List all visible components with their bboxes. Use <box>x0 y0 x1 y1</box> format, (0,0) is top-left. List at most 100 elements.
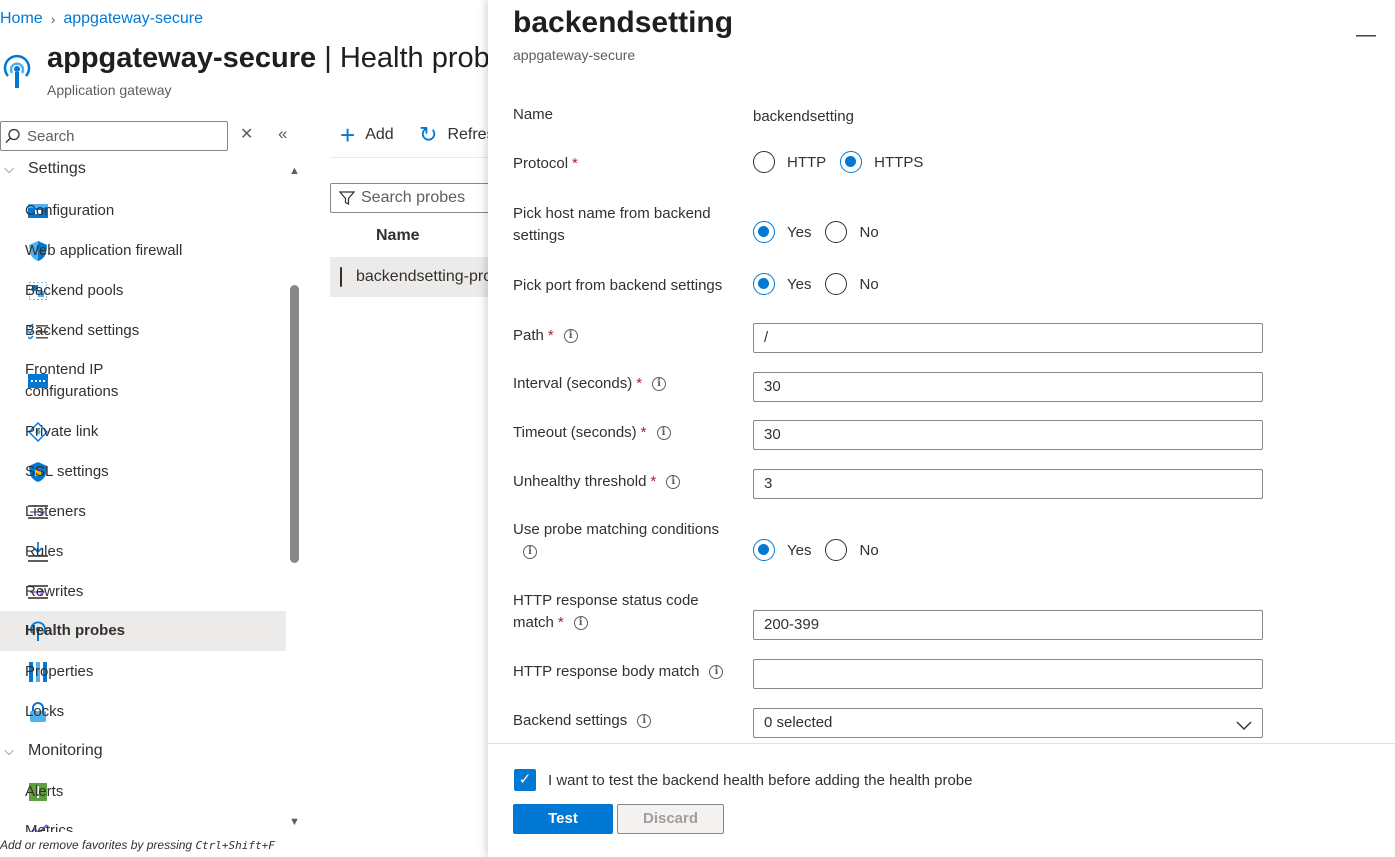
radio-button[interactable] <box>753 273 775 295</box>
probe-matching-label: Use probe matching conditions i <box>513 519 753 563</box>
sidebar-item-metrics[interactable]: Metrics <box>0 818 286 832</box>
sidebar-item-backend-pools[interactable]: Backend pools <box>0 271 286 311</box>
row-name[interactable]: backendsetting-probe <box>356 268 510 286</box>
sidebar-item-label: Rewrites <box>25 583 84 600</box>
scroll-up-icon[interactable]: ▲ <box>289 165 300 177</box>
probe-matching-no-radio[interactable]: No <box>825 539 879 561</box>
plus-icon: + <box>340 120 356 150</box>
sidebar-item-listeners[interactable]: Listeners <box>0 492 286 532</box>
clear-search-icon[interactable]: ✕ <box>240 124 253 144</box>
sidebar-item-backend-settings[interactable]: Backend settings <box>0 311 286 351</box>
interval-input[interactable]: 30 <box>753 372 1263 402</box>
discard-button[interactable]: Discard <box>617 804 724 834</box>
sidebar-item-ssl-settings[interactable]: SSL settings <box>0 452 286 492</box>
radio-button[interactable] <box>840 151 863 173</box>
required-marker: * <box>572 155 578 172</box>
test-backend-checkbox[interactable]: ✓ I want to test the backend health befo… <box>514 769 972 791</box>
checkmark-icon[interactable]: ✓ <box>514 769 536 791</box>
radio-label: HTTPS <box>874 153 924 171</box>
info-icon[interactable]: i <box>637 714 652 729</box>
group-monitoring[interactable]: ⌵ Monitoring <box>0 742 103 760</box>
panel-title: backendsetting <box>513 6 734 39</box>
page-title-resource: appgateway-secure <box>47 42 317 74</box>
search-probes-placeholder: Search probes <box>361 189 466 206</box>
required-marker: * <box>547 327 554 344</box>
protocol-http-radio[interactable]: HTTP <box>753 151 826 173</box>
sidebar-item-label: Backend pools <box>25 282 124 299</box>
sidebar-item-rewrites[interactable]: Rewrites <box>0 572 286 612</box>
sidebar-item-health-probes[interactable]: Health probes <box>0 611 286 651</box>
info-icon[interactable]: i <box>523 545 537 560</box>
sidebar-item-private-link[interactable]: Private link <box>0 412 286 452</box>
add-button[interactable]: + Add <box>340 120 394 150</box>
unhealthy-threshold-input[interactable]: 3 <box>753 469 1263 499</box>
pick-host-yes-radio[interactable]: Yes <box>753 221 811 243</box>
info-icon[interactable]: i <box>666 475 681 490</box>
sidebar-item-configuration[interactable]: Configuration <box>0 191 286 231</box>
column-header-name[interactable]: Name <box>376 227 420 245</box>
health-probe-icon <box>0 54 34 92</box>
scroll-down-icon[interactable]: ▼ <box>289 816 300 828</box>
sidebar-item-alerts[interactable]: Alerts <box>0 772 286 812</box>
path-label-text: Path <box>513 327 544 344</box>
radio-button[interactable] <box>825 539 848 561</box>
group-settings[interactable]: ⌵ Settings <box>0 160 86 178</box>
protocol-https-radio[interactable]: HTTPS <box>840 151 923 173</box>
sidebar-scrollbar[interactable] <box>290 285 299 563</box>
name-label: Name <box>513 106 554 123</box>
radio-button[interactable] <box>825 221 848 243</box>
protocol-label: Protocol * <box>513 153 578 175</box>
path-label: Path * i <box>513 325 578 347</box>
sidebar-item-properties[interactable]: Properties <box>0 652 286 692</box>
required-marker: * <box>650 473 657 490</box>
probe-matching-yes-radio[interactable]: Yes <box>753 539 811 561</box>
info-icon[interactable]: i <box>709 665 724 680</box>
body-match-label-text: HTTP response body match <box>513 663 700 680</box>
radio-button[interactable] <box>753 221 775 243</box>
search-probes-input[interactable]: Search probes <box>330 183 490 213</box>
pick-host-no-radio[interactable]: No <box>825 221 879 243</box>
radio-label: Yes <box>787 223 812 241</box>
sidebar-item-locks[interactable]: Locks <box>0 692 286 732</box>
radio-label: HTTP <box>787 153 827 171</box>
radio-label: No <box>859 275 879 293</box>
panel-subtitle: appgateway-secure <box>513 47 636 63</box>
radio-button[interactable] <box>753 151 775 173</box>
backend-settings-label: Backend settings i <box>513 710 652 732</box>
sidebar-item-rules[interactable]: Rules <box>0 532 286 572</box>
interval-label-text: Interval (seconds) <box>513 375 633 392</box>
timeout-label: Timeout (seconds) * i <box>513 422 671 444</box>
timeout-input[interactable]: 30 <box>753 420 1263 450</box>
collapse-sidebar-icon[interactable]: « <box>278 124 287 144</box>
info-icon[interactable]: i <box>652 377 667 392</box>
favorites-hint: Add or remove favorites by pressing Ctrl… <box>0 838 275 852</box>
protocol-label-text: Protocol <box>513 155 569 172</box>
breadcrumb-home[interactable]: Home <box>0 10 43 28</box>
path-input[interactable]: / <box>753 323 1263 353</box>
page-title-separator: | <box>324 42 332 74</box>
info-icon[interactable]: i <box>563 329 578 344</box>
required-marker: * <box>557 614 564 631</box>
minimize-icon[interactable]: — <box>1356 24 1376 47</box>
sidebar-item-waf[interactable]: Web application firewall <box>0 231 286 271</box>
favorites-hint-text: Add or remove favorites by pressing <box>0 838 193 852</box>
test-button[interactable]: Test <box>513 804 613 834</box>
pick-port-no-radio[interactable]: No <box>825 273 879 295</box>
pick-port-yes-radio[interactable]: Yes <box>753 273 811 295</box>
sidebar-search[interactable]: Search <box>0 121 228 151</box>
backend-settings-dropdown[interactable]: 0 selected <box>753 708 1263 738</box>
body-match-input[interactable] <box>753 659 1263 689</box>
row-checkbox[interactable] <box>340 267 342 287</box>
sidebar-item-label: Locks <box>25 703 65 720</box>
table-row[interactable]: backendsetting-probe <box>330 257 510 297</box>
radio-button[interactable] <box>753 539 775 561</box>
info-icon[interactable]: i <box>573 616 588 631</box>
breadcrumb-resource[interactable]: appgateway-secure <box>63 10 203 28</box>
status-code-match-input[interactable]: 200-399 <box>753 610 1263 640</box>
favorites-hint-keys: Ctrl+Shift+F <box>195 839 275 852</box>
required-marker: * <box>636 375 643 392</box>
radio-button[interactable] <box>825 273 848 295</box>
status-code-match-label: HTTP response status code match * i <box>513 590 733 634</box>
sidebar-item-frontend-ip[interactable]: Frontend IP configurations <box>0 356 286 406</box>
info-icon[interactable]: i <box>656 426 671 441</box>
